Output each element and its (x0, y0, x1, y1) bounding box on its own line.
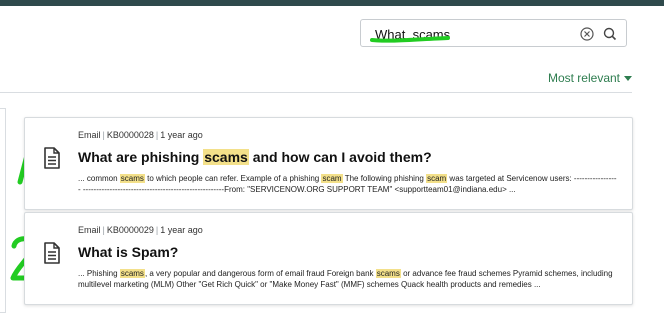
result-card[interactable]: Email | KB0000028 | 1 year ago What are phis… (24, 117, 633, 210)
highlight: scams (203, 149, 249, 165)
result-card[interactable]: Email | KB0000029 | 1 year ago What is Spam?… (24, 212, 633, 305)
sort-label: Most relevant (547, 71, 620, 85)
divider (0, 92, 632, 93)
document-icon (42, 146, 62, 170)
highlight: scams (119, 174, 145, 183)
result-id: KB0000028 (106, 130, 154, 140)
result-title[interactable]: What are phishing scams and how can I av… (78, 149, 432, 165)
chevron-down-icon (624, 75, 632, 81)
result-time: 1 year ago (160, 225, 203, 235)
search-input[interactable] (375, 25, 575, 43)
app-header-bar (0, 0, 664, 6)
highlight: scam (426, 174, 448, 183)
result-id: KB0000029 (106, 225, 154, 235)
result-time: 1 year ago (160, 130, 203, 140)
sort-dropdown[interactable]: Most relevant (548, 71, 632, 85)
left-panel-edge (0, 108, 6, 313)
result-meta: Email | KB0000029 | 1 year ago (78, 225, 203, 235)
search-box[interactable] (360, 19, 627, 47)
result-snippet: ... common scams to which people can ref… (78, 174, 617, 194)
result-type: Email (78, 130, 101, 140)
result-type: Email (78, 225, 101, 235)
highlight: scams (375, 269, 401, 278)
result-title[interactable]: What is Spam? (78, 244, 178, 260)
document-icon (42, 241, 62, 265)
clear-icon[interactable] (579, 26, 595, 42)
search-icon[interactable] (602, 26, 618, 42)
result-snippet: ... Phishing scams, a very popular and d… (78, 269, 613, 289)
highlight: scams (119, 269, 145, 278)
result-meta: Email | KB0000028 | 1 year ago (78, 130, 203, 140)
highlight: scam (321, 174, 343, 183)
